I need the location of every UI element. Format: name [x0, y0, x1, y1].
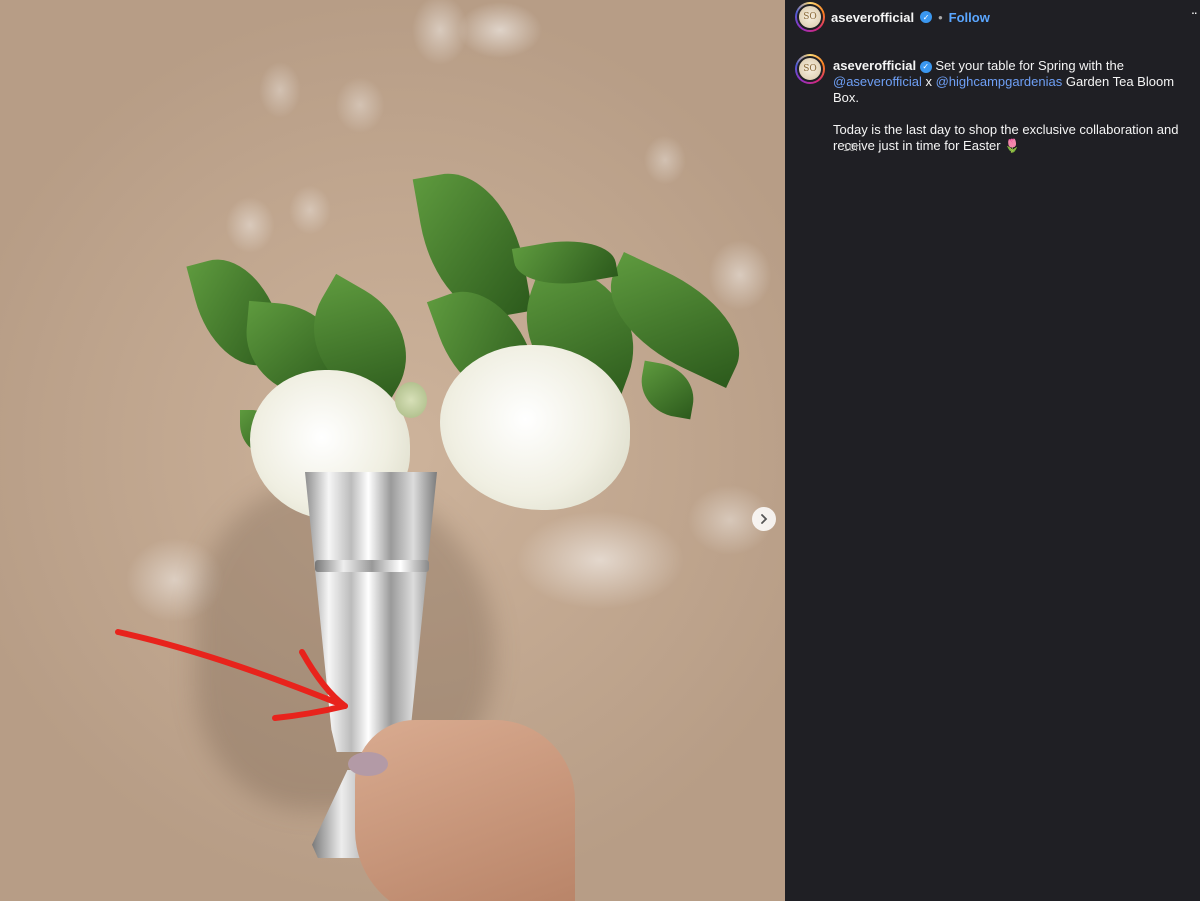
- post-header: SO aseverofficial ✓ • Follow: [795, 2, 990, 32]
- post-side-panel: SO aseverofficial ✓ • Follow ·· SO aseve…: [785, 0, 1200, 901]
- caption-text-mid: x: [921, 74, 936, 89]
- avatar-logo: SO: [797, 4, 823, 30]
- caption: aseverofficial ✓ Set your table for Spri…: [833, 58, 1188, 154]
- red-arrow-annotation: [115, 629, 348, 721]
- verified-badge-icon: ✓: [919, 60, 932, 73]
- post-image: [0, 0, 785, 901]
- caption-avatar[interactable]: SO: [795, 54, 825, 84]
- follow-button[interactable]: Follow: [949, 10, 990, 25]
- avatar[interactable]: SO: [795, 2, 825, 32]
- caption-username[interactable]: aseverofficial: [833, 58, 916, 73]
- header-username[interactable]: aseverofficial: [831, 10, 914, 25]
- caption-avatar-wrap: SO: [795, 54, 825, 84]
- avatar-logo: SO: [797, 56, 823, 82]
- verified-badge-icon: ✓: [920, 11, 933, 23]
- more-options-icon[interactable]: ··: [1191, 4, 1198, 20]
- mention-link[interactable]: @highcampgardenias: [936, 74, 1063, 89]
- caption-text-before: Set your table for Spring with the: [935, 58, 1124, 73]
- next-image-button[interactable]: [752, 507, 776, 531]
- chevron-right-icon: [761, 514, 768, 524]
- caption-paragraph-1: aseverofficial ✓ Set your table for Spri…: [833, 58, 1188, 106]
- caption-paragraph-2: Today is the last day to shop the exclus…: [833, 122, 1179, 153]
- post-timestamp[interactable]: 10h: [843, 142, 861, 154]
- mention-link[interactable]: @aseverofficial: [833, 74, 922, 89]
- separator-dot: •: [938, 9, 943, 25]
